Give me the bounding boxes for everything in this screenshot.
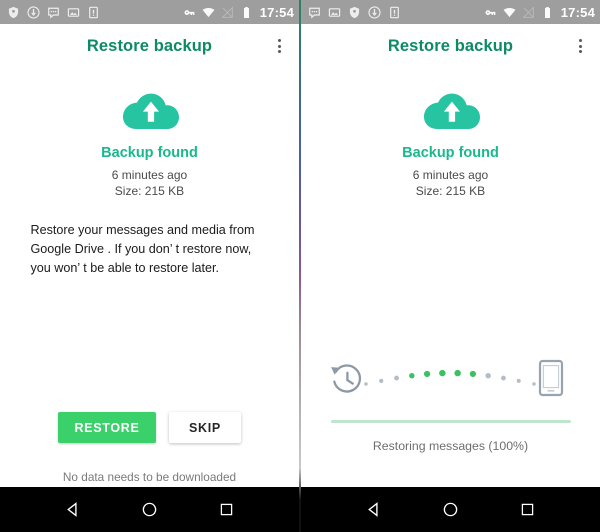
overflow-dot xyxy=(579,39,582,42)
progress-dot-inactive xyxy=(484,372,491,379)
progress-bar-track xyxy=(330,420,571,423)
status-bar-left-icons xyxy=(7,5,100,19)
phone-icon xyxy=(538,359,563,397)
backup-found-heading: Backup found xyxy=(402,145,499,161)
download-circle-icon xyxy=(368,5,381,19)
progress-dot-arc xyxy=(363,369,536,386)
progress-dot-inactive xyxy=(363,382,368,386)
progress-dot-active xyxy=(438,369,446,377)
image-icon xyxy=(328,7,341,17)
backup-size: Size: 215 KB xyxy=(114,184,185,198)
left-phone-screen: 17:54 Restore backup Backup found 6 minu… xyxy=(0,0,299,532)
recents-icon xyxy=(220,503,233,516)
battery-icon xyxy=(243,6,249,18)
recents-button[interactable] xyxy=(210,493,244,527)
dual-screenshot: 17:54 Restore backup Backup found 6 minu… xyxy=(0,0,600,532)
signal-off-icon xyxy=(221,5,233,18)
vpn-key-icon xyxy=(184,9,195,15)
status-bar: 17:54 xyxy=(301,0,600,24)
backup-meta: 6 minutes ago Size: 215 KB xyxy=(112,167,187,199)
recents-icon xyxy=(521,503,534,516)
vpn-key-icon xyxy=(485,9,496,15)
wifi-icon xyxy=(202,7,215,17)
backup-found-heading: Backup found xyxy=(101,145,198,161)
shield-check-icon xyxy=(349,6,360,18)
history-restore-icon xyxy=(330,364,361,393)
right-phone-screen: 17:54 Restore backup Backup found 6 minu… xyxy=(301,0,600,532)
back-button[interactable] xyxy=(56,493,90,527)
overflow-menu-button[interactable] xyxy=(575,35,586,57)
progress-status-text: Restoring messages (100%) xyxy=(372,438,529,453)
navigation-bar xyxy=(301,487,600,532)
progress-dot-inactive xyxy=(531,382,536,386)
overflow-menu-button[interactable] xyxy=(274,35,285,57)
hero-icon-wrap xyxy=(422,87,480,129)
main-content: Backup found 6 minutes ago Size: 215 KB … xyxy=(0,68,299,487)
progress-dot-inactive xyxy=(500,375,506,381)
navigation-bar xyxy=(0,487,299,532)
home-icon xyxy=(142,502,157,517)
sim-card-icon xyxy=(89,6,98,18)
progress-dot-active xyxy=(469,370,476,378)
recents-button[interactable] xyxy=(511,493,545,527)
overflow-dot xyxy=(278,44,281,48)
backup-meta: 6 minutes ago Size: 215 KB xyxy=(413,167,488,199)
status-bar-left-icons xyxy=(308,5,401,19)
download-footnote: No data needs to be downloaded xyxy=(62,470,237,484)
back-icon xyxy=(368,502,378,517)
battery-icon xyxy=(544,6,550,18)
signal-off-icon xyxy=(522,5,534,18)
image-icon xyxy=(67,7,80,17)
restore-description: Restore your messages and media from Goo… xyxy=(30,223,255,275)
overflow-dot xyxy=(579,50,582,53)
cloud-upload-icon xyxy=(122,93,179,129)
transfer-graphic xyxy=(330,359,563,397)
main-content: Backup found 6 minutes ago Size: 215 KB xyxy=(301,68,600,487)
progress-dot-inactive xyxy=(378,378,383,383)
progress-dot-active xyxy=(453,369,461,377)
home-button[interactable] xyxy=(434,493,468,527)
restore-progress-area: Restoring messages (100%) xyxy=(301,348,600,453)
download-circle-icon xyxy=(27,5,40,19)
restore-button[interactable]: RESTORE xyxy=(58,412,156,443)
wifi-icon xyxy=(503,7,516,17)
page-title: Restore backup xyxy=(387,36,514,55)
back-icon xyxy=(67,502,77,517)
overflow-dot xyxy=(579,44,582,48)
backup-size: Size: 215 KB xyxy=(415,184,486,198)
status-bar-right-icons: 17:54 xyxy=(183,5,294,20)
progress-dot-inactive xyxy=(393,375,399,381)
hero-icon-wrap xyxy=(121,87,179,129)
progress-dot-active xyxy=(408,372,415,379)
back-button[interactable] xyxy=(357,493,391,527)
skip-button[interactable]: SKIP xyxy=(169,412,241,443)
app-bar: Restore backup xyxy=(0,24,299,68)
progress-dot-inactive xyxy=(516,378,521,383)
progress-bar-fill xyxy=(330,420,571,423)
backup-time-ago: 6 minutes ago xyxy=(111,168,188,182)
status-bar-right-icons: 17:54 xyxy=(484,5,595,20)
page-title: Restore backup xyxy=(86,36,213,55)
shield-check-icon xyxy=(8,6,19,18)
messages-icon xyxy=(48,7,59,19)
messages-icon xyxy=(309,7,320,19)
overflow-dot xyxy=(278,39,281,42)
sim-card-icon xyxy=(390,6,399,18)
action-buttons: RESTORE SKIP xyxy=(0,412,299,443)
app-bar: Restore backup xyxy=(301,24,600,68)
home-button[interactable] xyxy=(133,493,167,527)
status-bar-clock: 17:54 xyxy=(560,4,595,20)
status-bar: 17:54 xyxy=(0,0,299,24)
transfer-animation xyxy=(301,348,600,408)
status-bar-clock: 17:54 xyxy=(259,4,294,20)
progress-dot-active xyxy=(423,370,430,378)
backup-time-ago: 6 minutes ago xyxy=(412,168,489,182)
home-icon xyxy=(443,502,458,517)
overflow-dot xyxy=(278,50,281,53)
cloud-upload-icon xyxy=(423,93,480,129)
